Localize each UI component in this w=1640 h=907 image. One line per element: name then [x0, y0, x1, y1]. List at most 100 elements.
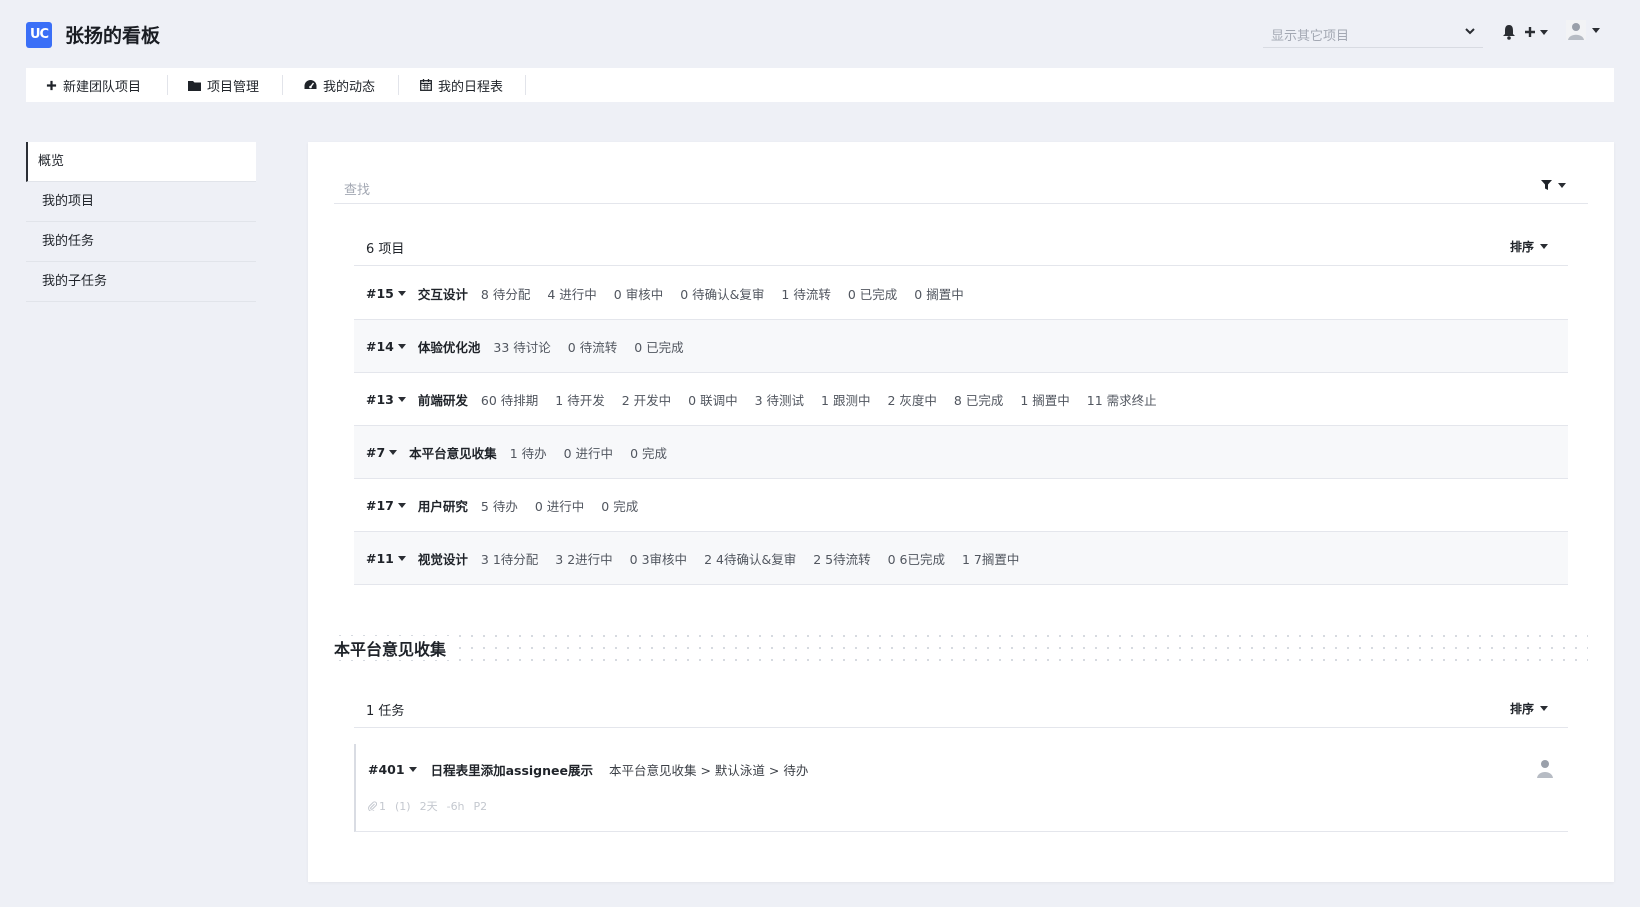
- project-stat[interactable]: 5 待办: [481, 496, 518, 515]
- project-id[interactable]: #7: [366, 445, 385, 460]
- project-stat[interactable]: 4 进行中: [547, 284, 596, 303]
- projects-count: 6 项目: [366, 242, 405, 257]
- task-title[interactable]: 日程表里添加assignee展示: [431, 760, 593, 779]
- project-name[interactable]: 视觉设计: [418, 549, 468, 568]
- project-stat[interactable]: 2 开发中: [622, 390, 671, 409]
- nav-label: 我的动态: [323, 79, 376, 95]
- project-row[interactable]: #17 用户研究 5 待办 0 进行中 0 完成: [354, 479, 1568, 532]
- project-stat[interactable]: 2 灰度中: [887, 390, 936, 409]
- project-id[interactable]: #13: [366, 392, 394, 407]
- project-row[interactable]: #15 交互设计 8 待分配 4 进行中 0 审核中 0 待确认&复审 1 待流…: [354, 267, 1568, 320]
- nav-divider: [398, 75, 399, 95]
- project-stat[interactable]: 11 需求终止: [1087, 390, 1157, 409]
- sidebar-item-overview[interactable]: 概览: [26, 142, 256, 182]
- caret-down-icon: [1540, 244, 1548, 249]
- folder-icon: [188, 80, 201, 91]
- project-stat[interactable]: 0 完成: [601, 496, 638, 515]
- tasks-list-header: 1 任务 排序: [354, 688, 1568, 728]
- project-stat[interactable]: 1 待开发: [555, 390, 604, 409]
- project-stat[interactable]: 1 7搁置中: [962, 549, 1019, 568]
- tasks-sort-button[interactable]: 排序: [1510, 700, 1548, 717]
- project-stat[interactable]: 60 待排期: [481, 390, 538, 409]
- attachment-count: 1: [368, 800, 386, 813]
- chevron-down-icon: [1465, 28, 1475, 35]
- project-stat[interactable]: 1 跟测中: [821, 390, 870, 409]
- app-logo[interactable]: UC: [26, 22, 52, 48]
- nav-project-management[interactable]: 项目管理: [188, 68, 259, 102]
- search-input[interactable]: 查找: [344, 179, 370, 198]
- project-stat[interactable]: 0 审核中: [614, 284, 663, 303]
- project-id[interactable]: #17: [366, 498, 394, 513]
- project-stat[interactable]: 0 进行中: [564, 443, 613, 462]
- project-stat[interactable]: 1 待流转: [781, 284, 830, 303]
- bell-icon[interactable]: [1502, 24, 1516, 40]
- page-title: 张扬的看板: [65, 25, 161, 47]
- caret-down-icon[interactable]: [397, 343, 406, 349]
- filter-button[interactable]: [1541, 180, 1566, 190]
- project-select[interactable]: 显示其它项目: [1263, 20, 1483, 48]
- caret-down-icon: [1540, 706, 1548, 711]
- caret-down-icon[interactable]: [397, 555, 406, 561]
- project-row[interactable]: #7 本平台意见收集 1 待办 0 进行中 0 完成: [354, 426, 1568, 479]
- nav-label: 新建团队项目: [63, 79, 142, 95]
- task-header: #401 日程表里添加assignee展示 本平台意见收集 > 默认泳道 > 待…: [368, 760, 808, 779]
- project-stat[interactable]: 2 5待流转: [813, 549, 870, 568]
- nav-new-team-project[interactable]: 新建团队项目: [46, 68, 141, 102]
- project-stat[interactable]: 0 已完成: [848, 284, 897, 303]
- project-row[interactable]: #11 视觉设计 3 1待分配 3 2进行中 0 3审核中 2 4待确认&复审 …: [354, 532, 1568, 585]
- project-stat[interactable]: 0 待确认&复审: [680, 284, 764, 303]
- project-row[interactable]: #14 体验优化池 33 待讨论 0 待流转 0 已完成: [354, 320, 1568, 373]
- tasks-count: 1 任务: [366, 704, 405, 719]
- project-name[interactable]: 前端研发: [418, 390, 468, 409]
- nav-my-activity[interactable]: 我的动态: [304, 68, 375, 102]
- project-stat[interactable]: 1 待办: [510, 443, 547, 462]
- project-stat[interactable]: 3 待测试: [755, 390, 804, 409]
- project-stat[interactable]: 8 待分配: [481, 284, 530, 303]
- caret-down-icon[interactable]: [408, 767, 417, 772]
- project-stat[interactable]: 0 3审核中: [630, 549, 687, 568]
- section-divider: [334, 630, 1588, 664]
- project-name[interactable]: 本平台意见收集: [409, 443, 497, 462]
- nav-label: 项目管理: [207, 79, 260, 95]
- project-stat[interactable]: 2 4待确认&复审: [704, 549, 796, 568]
- project-stat[interactable]: 3 1待分配: [481, 549, 538, 568]
- search-bar[interactable]: 查找: [334, 168, 1588, 204]
- nav-my-schedule[interactable]: 我的日程表: [420, 68, 503, 102]
- user-menu-button[interactable]: [1566, 20, 1600, 40]
- projects-sort-button[interactable]: 排序: [1510, 238, 1548, 255]
- project-id[interactable]: #15: [366, 286, 394, 301]
- project-id[interactable]: #14: [366, 339, 394, 354]
- project-id[interactable]: #11: [366, 551, 394, 566]
- project-stat[interactable]: 0 搁置中: [914, 284, 963, 303]
- assignee-avatar[interactable]: [1536, 758, 1554, 778]
- project-stat[interactable]: 0 联调中: [688, 390, 737, 409]
- caret-down-icon[interactable]: [397, 290, 406, 296]
- project-name[interactable]: 体验优化池: [418, 337, 481, 356]
- sort-label: 排序: [1509, 702, 1534, 716]
- caret-down-icon[interactable]: [397, 396, 406, 402]
- add-menu-button[interactable]: [1524, 24, 1548, 40]
- project-stat[interactable]: 0 完成: [630, 443, 667, 462]
- caret-down-icon[interactable]: [397, 502, 406, 508]
- project-name[interactable]: 用户研究: [418, 496, 468, 515]
- nav-label: 我的日程表: [438, 79, 504, 95]
- project-stat[interactable]: 8 已完成: [954, 390, 1003, 409]
- sidebar-item-my-projects[interactable]: 我的项目: [26, 182, 256, 222]
- project-stat[interactable]: 0 待流转: [568, 337, 617, 356]
- sidebar-item-my-subtasks[interactable]: 我的子任务: [26, 262, 256, 302]
- project-name[interactable]: 交互设计: [418, 284, 468, 303]
- project-stat[interactable]: 0 进行中: [535, 496, 584, 515]
- task-meta: 1 (1) 2天 -6h P2: [368, 798, 487, 814]
- task-id[interactable]: #401: [368, 762, 405, 777]
- caret-down-icon[interactable]: [389, 449, 398, 455]
- project-stat[interactable]: 33 待讨论: [493, 337, 550, 356]
- sidebar-item-my-tasks[interactable]: 我的任务: [26, 222, 256, 262]
- project-row[interactable]: #13 前端研发 60 待排期 1 待开发 2 开发中 0 联调中 3 待测试 …: [354, 373, 1568, 426]
- task-priority: P2: [473, 799, 488, 813]
- project-stat[interactable]: 0 6已完成: [888, 549, 945, 568]
- project-stat[interactable]: 1 搁置中: [1020, 390, 1069, 409]
- task-card[interactable]: #401 日程表里添加assignee展示 本平台意见收集 > 默认泳道 > 待…: [354, 744, 1568, 832]
- project-stat[interactable]: 3 2进行中: [555, 549, 612, 568]
- attachment-count-value: 1: [379, 799, 386, 813]
- project-stat[interactable]: 0 已完成: [634, 337, 683, 356]
